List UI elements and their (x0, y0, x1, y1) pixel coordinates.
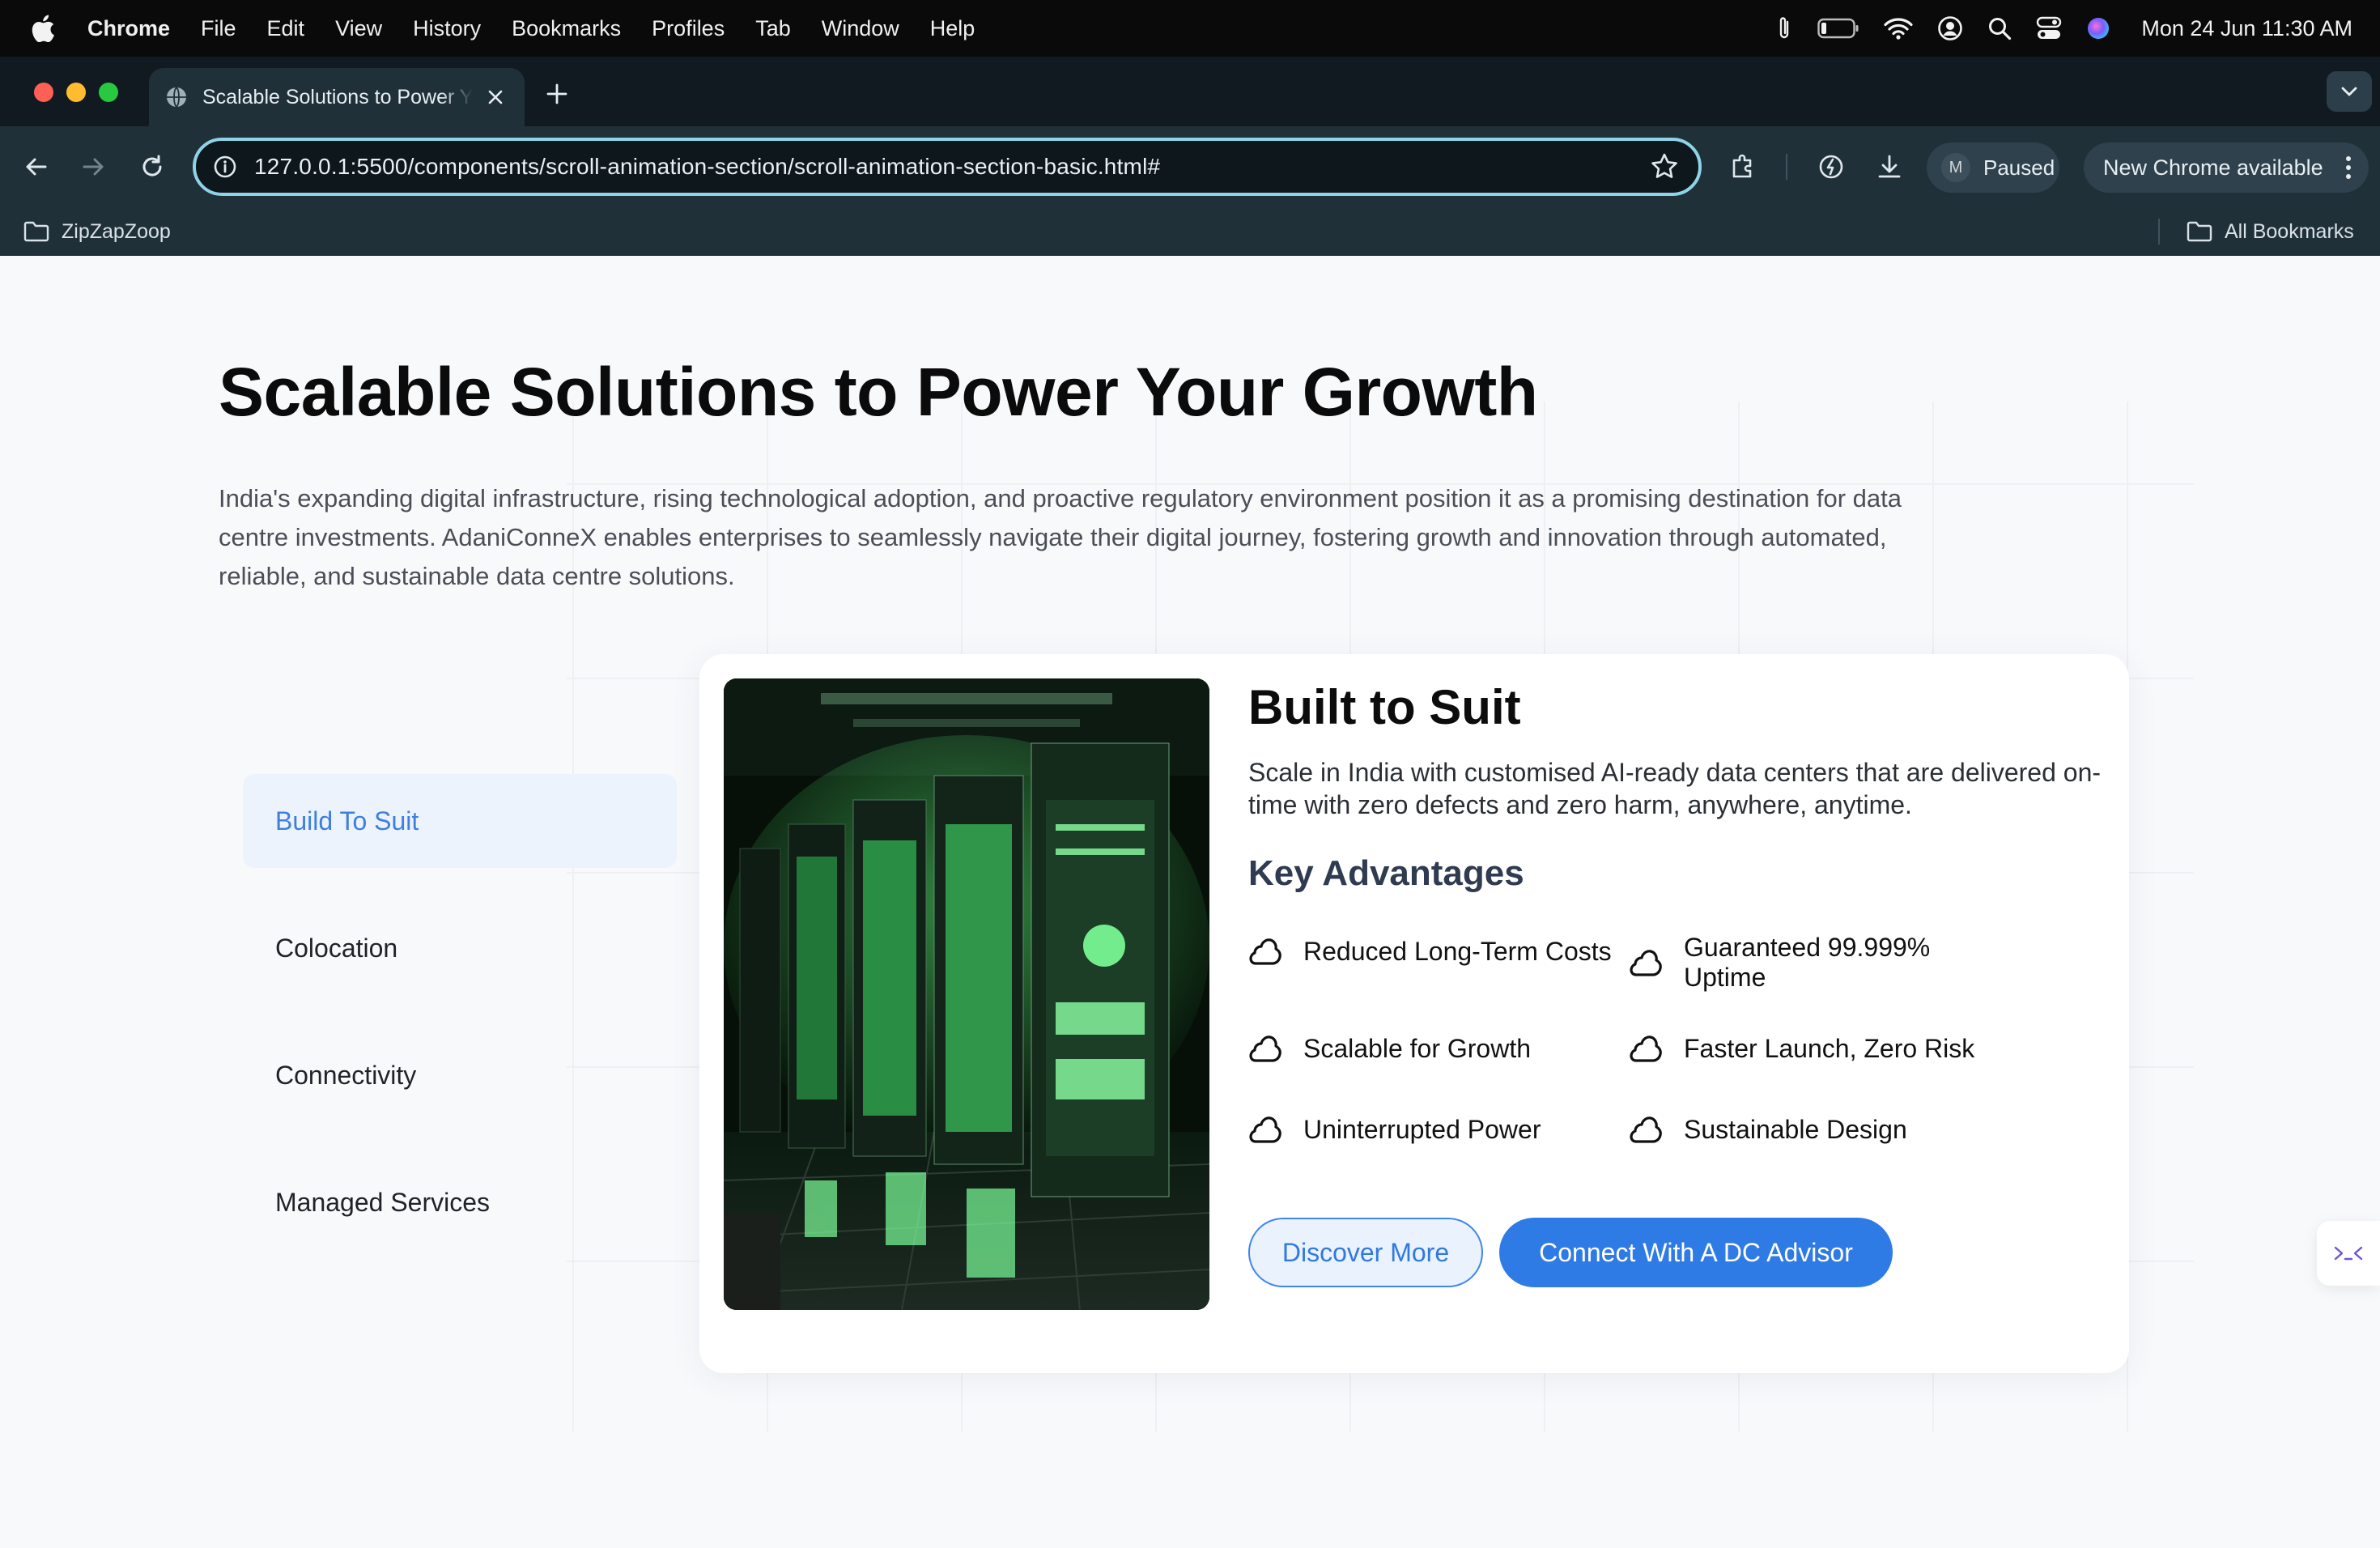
avatar: M (1941, 153, 1970, 182)
browser-toolbar: 127.0.0.1:5500/components/scroll-animati… (0, 126, 2380, 207)
floating-widget-button[interactable] (2317, 1221, 2380, 1286)
advantage-label: Reduced Long-Term Costs (1303, 936, 1612, 966)
info-icon[interactable] (210, 152, 240, 181)
extensions-icon[interactable] (1724, 147, 1763, 186)
window-minimize-button[interactable] (66, 83, 86, 102)
browser-chrome: Scalable Solutions to Power Your Growth … (0, 57, 2380, 256)
all-bookmarks-label: All Bookmarks (2225, 219, 2354, 243)
bookmarks-bar: ZipZapZoop All Bookmarks (0, 207, 2380, 256)
apple-icon[interactable] (31, 15, 55, 42)
advantage-label: Scalable for Growth (1303, 1033, 1532, 1063)
advantage-label: Guaranteed 99.999% Uptime (1684, 933, 1931, 992)
toolbar-divider (1786, 154, 1787, 180)
window-close-button[interactable] (34, 83, 53, 102)
nav-item-connectivity[interactable]: Connectivity (243, 1028, 677, 1122)
profile-button[interactable]: M Paused (1927, 142, 2059, 193)
menu-bookmarks[interactable]: Bookmarks (512, 16, 621, 41)
all-bookmarks-button[interactable]: All Bookmarks (2186, 215, 2354, 248)
tab-strip: Scalable Solutions to Power Your Growth (0, 57, 2380, 126)
update-chrome-button[interactable]: New Chrome available (2084, 142, 2369, 193)
menu-profiles[interactable]: Profiles (652, 16, 725, 41)
cloud-icon (1630, 950, 1662, 976)
cloud-icon (1249, 1116, 1281, 1143)
advantage-label: Uninterrupted Power (1303, 1114, 1541, 1144)
menu-history[interactable]: History (413, 16, 481, 41)
advantage-item: Scalable for Growth (1248, 1030, 1629, 1067)
menu-help[interactable]: Help (930, 16, 975, 41)
card-content: Built to Suit Scale in India with custom… (1248, 677, 2106, 894)
plus-icon[interactable] (541, 78, 573, 110)
tab-title: Scalable Solutions to Power Your Growth (202, 85, 473, 108)
advantage-item: Uninterrupted Power (1248, 1111, 1629, 1148)
search-icon[interactable] (1987, 16, 2012, 40)
advantage-label: Faster Launch, Zero Risk (1684, 1033, 1975, 1063)
url-text[interactable]: 127.0.0.1:5500/components/scroll-animati… (254, 154, 1160, 180)
download-icon[interactable] (1870, 147, 1909, 186)
update-label: New Chrome available (2103, 155, 2323, 180)
menu-edit[interactable]: Edit (267, 16, 305, 41)
advantage-label: Sustainable Design (1684, 1114, 1907, 1144)
menu-clock[interactable]: Mon 24 Jun 11:30 AM (2141, 16, 2352, 41)
card-title: Built to Suit (1248, 680, 1521, 734)
connect-advisor-button[interactable]: Connect With A DC Advisor (1499, 1218, 1893, 1287)
macos-menu-bar: Chrome File Edit View History Bookmarks … (0, 0, 2380, 57)
control-center-icon[interactable] (2036, 16, 2062, 40)
web-page: Scalable Solutions to Power Your Growth … (0, 256, 2380, 1548)
chevron-down-icon[interactable] (2327, 71, 2372, 112)
user-circle-icon[interactable] (1937, 15, 1963, 41)
card-description: Scale in India with customised AI-ready … (1248, 758, 2102, 819)
menu-file[interactable]: File (201, 16, 236, 41)
bookmarks-divider (2158, 219, 2160, 245)
menu-view[interactable]: View (335, 16, 382, 41)
nav-item-build-to-suit[interactable]: Build To Suit (243, 774, 677, 868)
advantage-item: Reduced Long-Term Costs (1248, 933, 1629, 970)
folder-icon (23, 221, 49, 242)
menu-window[interactable]: Window (822, 16, 899, 41)
discover-more-button[interactable]: Discover More (1248, 1218, 1483, 1287)
advantage-item: Sustainable Design (1629, 1111, 2009, 1148)
cloud-icon (1249, 938, 1281, 965)
window-zoom-button[interactable] (99, 83, 118, 102)
globe-icon (165, 86, 188, 108)
cloud-icon (1630, 1116, 1662, 1143)
folder-icon (2187, 221, 2212, 242)
attachment-icon[interactable] (1775, 15, 1793, 42)
battery-icon[interactable] (1817, 18, 1859, 39)
data-center-image (724, 678, 1209, 1310)
advantage-item: Faster Launch, Zero Risk (1629, 1030, 2009, 1067)
cloud-icon (1249, 1036, 1281, 1062)
nav-item-colocation[interactable]: Colocation (243, 901, 677, 995)
advantage-item: Guaranteed 99.999% Uptime (1629, 933, 2009, 993)
profile-status: Paused (1983, 155, 2055, 180)
page-title: Scalable Solutions to Power Your Growth (219, 354, 1538, 430)
back-arrow-icon[interactable] (15, 146, 57, 188)
nav-item-managed-services[interactable]: Managed Services (243, 1155, 677, 1249)
intro-paragraph: India's expanding digital infrastructure… (219, 484, 1902, 590)
star-icon[interactable] (1650, 152, 1679, 185)
more-vertical-icon[interactable] (2344, 154, 2352, 185)
siri-icon[interactable] (2086, 16, 2110, 40)
tab-active[interactable]: Scalable Solutions to Power Your Growth (149, 68, 525, 126)
close-icon[interactable] (481, 83, 510, 112)
reload-icon[interactable] (131, 146, 173, 188)
bookmark-label: ZipZapZoop (62, 219, 171, 243)
performance-icon[interactable] (1812, 147, 1851, 186)
address-bar[interactable]: 127.0.0.1:5500/components/scroll-animati… (193, 138, 1702, 196)
key-advantages-heading: Key Advantages (1248, 853, 1524, 893)
menu-tab[interactable]: Tab (755, 16, 791, 41)
menu-app-name[interactable]: Chrome (87, 16, 170, 41)
solution-card: Built to Suit Scale in India with custom… (699, 654, 2129, 1373)
bookmark-folder-zipzapzoop[interactable]: ZipZapZoop (23, 215, 171, 248)
wifi-icon[interactable] (1884, 17, 1913, 40)
forward-arrow-icon[interactable] (73, 146, 115, 188)
cloud-icon (1630, 1036, 1662, 1062)
